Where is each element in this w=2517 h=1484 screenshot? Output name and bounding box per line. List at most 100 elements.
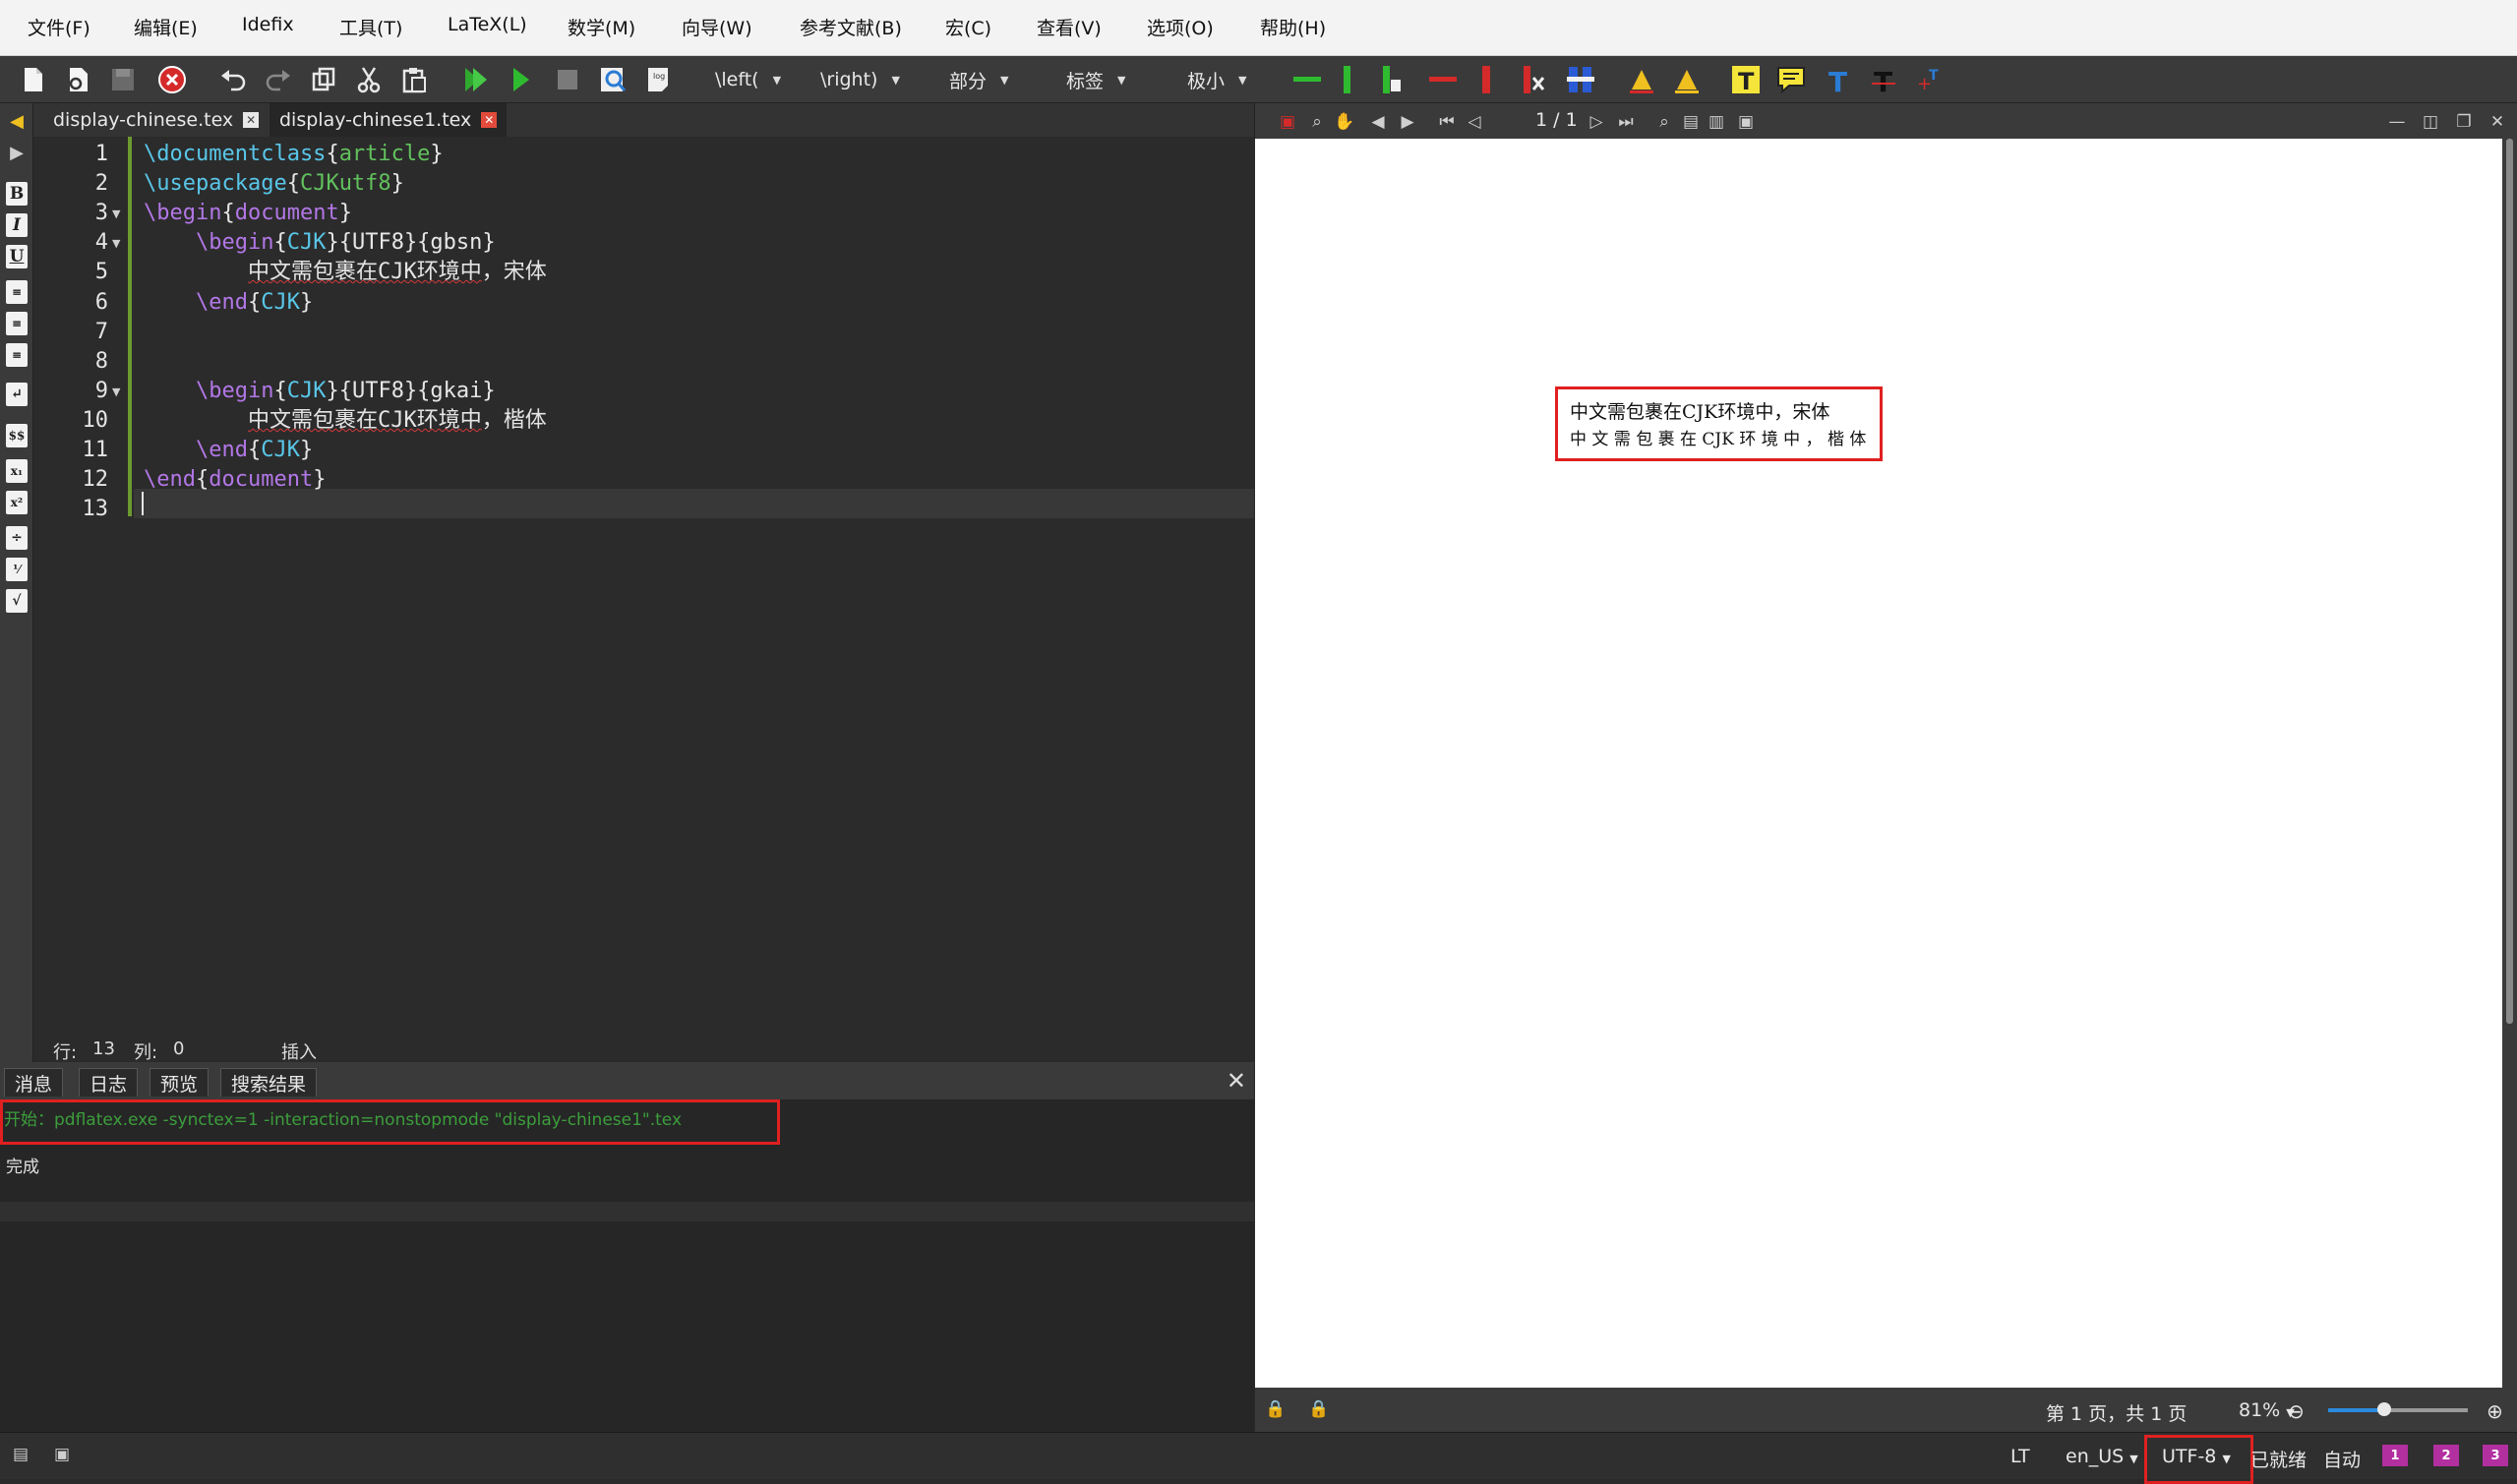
fold-toggle-icon[interactable]: ▼ <box>112 208 120 220</box>
pdf-scrollbar[interactable] <box>2502 139 2517 1388</box>
open-file-icon[interactable] <box>61 63 94 96</box>
zoom-icon[interactable]: ⌕ <box>1306 112 1328 132</box>
dfrac-icon[interactable]: ⅟ <box>6 558 28 581</box>
delete-column-icon[interactable] <box>1517 63 1550 96</box>
menu-bibliography[interactable]: 参考文献(B) <box>800 14 902 40</box>
first-page-icon[interactable]: ⏮ <box>1436 112 1458 132</box>
size-combo[interactable]: 极小 ▼ <box>1187 64 1246 95</box>
menu-macros[interactable]: 宏(C) <box>945 14 991 40</box>
tab-display-chinese[interactable]: display-chinese.tex ✕ <box>43 103 269 137</box>
comment-icon[interactable] <box>1774 63 1808 96</box>
code-line[interactable]: \begin{CJK}{UTF8}{gbsn} <box>144 228 496 258</box>
menu-edit[interactable]: 编辑(E) <box>134 14 198 40</box>
zoom-in-icon[interactable]: ⊕ <box>2487 1399 2503 1423</box>
prev-page-icon[interactable]: ◁ <box>1464 112 1485 132</box>
back-icon[interactable]: ◀ <box>1367 112 1389 132</box>
menu-wizard[interactable]: 向导(W) <box>682 14 752 40</box>
text-blue-icon[interactable]: T <box>1822 63 1855 96</box>
hand-tool-icon[interactable]: ✋ <box>1334 112 1355 132</box>
sqrt-icon[interactable]: √ <box>6 589 28 613</box>
fraction-icon[interactable]: ÷ <box>6 526 28 550</box>
close-viewer-icon[interactable]: ✕ <box>2487 112 2508 132</box>
new-file-icon[interactable] <box>16 63 49 96</box>
pdf-page[interactable] <box>1255 139 2502 1388</box>
close-tab-icon[interactable]: ✕ <box>481 112 498 128</box>
close-tab-icon[interactable]: ✕ <box>243 112 260 128</box>
code-line[interactable]: \begin{CJK}{UTF8}{gkai} <box>144 377 496 406</box>
insert-mode[interactable]: 插入 <box>281 1039 317 1064</box>
right-delimiter-combo[interactable]: \right) ▼ <box>820 64 900 95</box>
toggle-messages-icon[interactable]: ▣ <box>51 1445 73 1464</box>
zoom-slider[interactable] <box>2328 1402 2468 1416</box>
menu-help[interactable]: 帮助(H) <box>1260 14 1326 40</box>
tab-log[interactable]: 日志 <box>79 1068 139 1097</box>
code-line[interactable]: \begin{document} <box>144 199 352 228</box>
remove-row-icon[interactable] <box>1426 63 1460 96</box>
code-line[interactable]: \usepackage{CJKutf8} <box>144 169 404 199</box>
fold-toggle-icon[interactable]: ▼ <box>112 237 120 250</box>
fold-toggle-icon[interactable]: ▼ <box>112 386 120 398</box>
undo-icon[interactable] <box>216 63 250 96</box>
next-page-icon[interactable]: ▷ <box>1586 112 1607 132</box>
lock-icon[interactable]: 🔒 <box>1265 1399 1287 1419</box>
code-line[interactable]: 中文需包裹在CJK环境中，楷体 <box>144 406 547 436</box>
menu-idefix[interactable]: Idefix <box>242 14 294 35</box>
minimize-icon[interactable]: — <box>2386 112 2408 132</box>
subscript-icon[interactable]: x₁ <box>6 459 28 483</box>
fit-page-icon[interactable]: ▣ <box>1735 112 1757 132</box>
section-combo[interactable]: 部分 ▼ <box>949 64 1008 95</box>
close-document-icon[interactable] <box>155 63 189 96</box>
superscript-side-icon[interactable]: x² <box>6 491 28 514</box>
page-indicator[interactable]: 1 / 1 <box>1535 109 1578 131</box>
align-center-icon[interactable]: ≡ <box>6 312 28 335</box>
text-strike-icon[interactable]: T <box>1867 63 1900 96</box>
stop-icon[interactable] <box>551 63 584 96</box>
bookmark-1-icon[interactable]: 1 <box>2382 1445 2408 1466</box>
arrow-left-icon[interactable]: ◀ <box>6 109 28 133</box>
last-page-icon[interactable]: ⏭ <box>1615 112 1637 132</box>
align-left-icon[interactable]: ≡ <box>6 280 28 304</box>
view-log-icon[interactable]: log <box>641 63 675 96</box>
code-line[interactable]: \documentclass{article} <box>144 140 444 169</box>
label-combo[interactable]: 标签 ▼ <box>1066 64 1125 95</box>
compile-command-message[interactable]: 开始：pdflatex.exe -synctex=1 -interaction=… <box>4 1105 682 1130</box>
italic-icon[interactable]: I <box>6 213 28 237</box>
add-row-icon[interactable] <box>1290 63 1324 96</box>
menu-tools[interactable]: 工具(T) <box>339 14 402 40</box>
underline-icon[interactable]: U <box>6 245 28 268</box>
close-panel-icon[interactable]: ✕ <box>1227 1067 1246 1095</box>
code-line[interactable]: \end{CJK} <box>144 288 313 318</box>
newline-icon[interactable]: ↵ <box>6 383 28 406</box>
menu-latex[interactable]: LaTeX(L) <box>448 14 527 35</box>
add-column-icon[interactable] <box>1330 63 1363 96</box>
table-tool-icon[interactable] <box>1564 63 1597 96</box>
split-icon[interactable]: ◫ <box>2420 112 2441 132</box>
encoding-select[interactable]: UTF-8 ▼ <box>2162 1446 2231 1467</box>
tab-preview[interactable]: 预览 <box>150 1068 210 1097</box>
search-icon[interactable]: ⌕ <box>1653 112 1675 132</box>
math-mode-icon[interactable]: $$ <box>6 424 28 447</box>
align-right-icon[interactable]: ≡ <box>6 343 28 367</box>
languagetool-icon[interactable]: LT <box>2010 1446 2030 1467</box>
forward-icon[interactable]: ▶ <box>1397 112 1418 132</box>
single-page-icon[interactable]: ▤ <box>1680 112 1702 132</box>
text-box-icon[interactable]: T <box>1729 63 1763 96</box>
marker-icon[interactable] <box>1670 63 1704 96</box>
remove-column-icon[interactable] <box>1469 63 1503 96</box>
spellcheck-language[interactable]: en_US ▼ <box>2066 1446 2138 1467</box>
highlight-icon[interactable] <box>1625 63 1658 96</box>
pdf-icon[interactable]: ▣ <box>1277 112 1298 132</box>
view-pdf-icon[interactable] <box>596 63 629 96</box>
tab-messages[interactable]: 消息 <box>4 1068 64 1097</box>
copy-icon[interactable] <box>307 63 340 96</box>
menu-options[interactable]: 选项(O) <box>1147 14 1214 40</box>
compile-icon[interactable] <box>504 63 537 96</box>
redo-icon[interactable] <box>262 63 295 96</box>
bookmark-2-icon[interactable]: 2 <box>2433 1445 2459 1466</box>
insert-column-icon[interactable] <box>1375 63 1408 96</box>
code-line[interactable]: 中文需包裹在CJK环境中，宋体 <box>144 258 547 287</box>
left-delimiter-combo[interactable]: \left(▼ <box>715 64 781 95</box>
menu-view[interactable]: 查看(V) <box>1037 14 1102 40</box>
continuous-icon[interactable]: ▥ <box>1706 112 1727 132</box>
auto-mode[interactable]: 自动 <box>2323 1446 2361 1472</box>
